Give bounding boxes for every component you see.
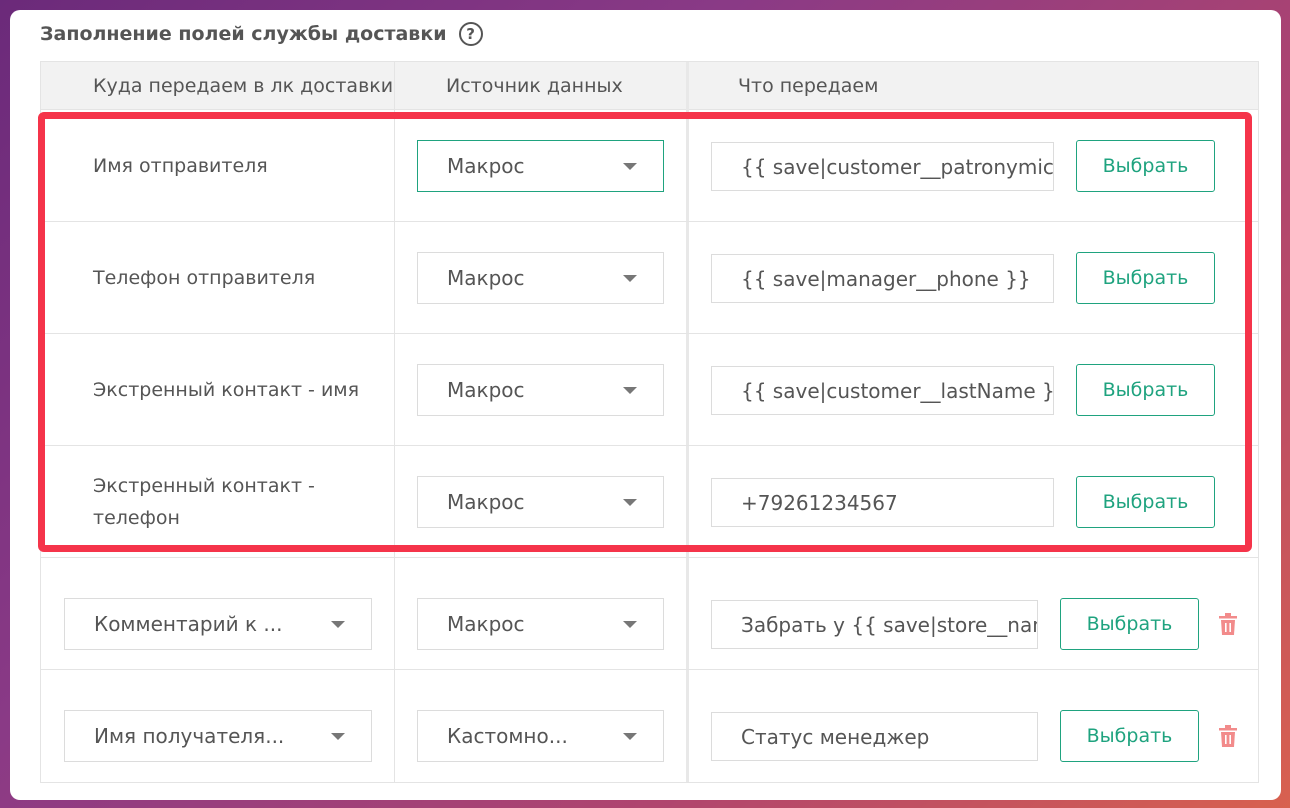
chevron-down-icon [331, 621, 345, 628]
row-label-line: Телефон отправителя [93, 267, 316, 289]
value-input-text: {{ save|customer__lastName }} [741, 378, 1054, 403]
field-select[interactable]: Имя получателя... [64, 710, 372, 762]
source-select-value: Макрос [447, 612, 525, 636]
source-select[interactable]: Макрос [417, 598, 664, 650]
table-row: Имя отправителя Макрос {{ save|customer_… [41, 110, 1258, 222]
value-input[interactable]: {{ save|manager__phone }} [711, 254, 1054, 303]
row-label-line: Экстренный контакт - [93, 475, 315, 497]
source-select-value: Макрос [447, 154, 525, 178]
row-label-line: Имя отправителя [93, 155, 268, 177]
source-select[interactable]: Макрос [417, 364, 664, 416]
row-label-line: Экстренный контакт - имя [93, 379, 360, 401]
section-title: Заполнение полей службы доставки [40, 23, 447, 45]
select-button[interactable]: Выбрать [1076, 140, 1215, 192]
chevron-down-icon [623, 275, 637, 282]
delivery-fields-card: Заполнение полей службы доставки ? Куда … [10, 10, 1281, 800]
field-select[interactable]: Комментарий к ... [64, 598, 372, 650]
value-input-text: Статус менеджер [741, 724, 930, 749]
row-label-line: телефон [93, 507, 180, 529]
value-input[interactable]: Забрать у {{ save|store__nam [711, 600, 1038, 649]
row-label: Телефон отправителя [93, 222, 393, 334]
row-label: Экстренный контакт - телефон [93, 446, 393, 558]
field-select-value: Комментарий к ... [94, 612, 283, 636]
chevron-down-icon [623, 499, 637, 506]
column-header-value: Что передаем [738, 75, 879, 97]
table-header: Куда передаем в лк доставки Источник дан… [41, 62, 1258, 110]
source-select-value: Макрос [447, 266, 525, 290]
select-button[interactable]: Выбрать [1060, 710, 1199, 762]
chevron-down-icon [623, 733, 637, 740]
source-select[interactable]: Макрос [417, 140, 664, 192]
value-input[interactable]: +79261234567 [711, 478, 1054, 527]
table-row: Имя получателя... Кастомно... Статус мен… [41, 670, 1258, 782]
source-select[interactable]: Кастомно... [417, 710, 664, 762]
source-select-value: Макрос [447, 490, 525, 514]
question-circle-icon[interactable]: ? [458, 22, 483, 46]
column-header-source: Источник данных [446, 75, 623, 97]
value-input-text: {{ save|manager__phone }} [741, 266, 1031, 291]
value-input-text: +79261234567 [741, 490, 898, 515]
row-label: Имя отправителя [93, 110, 393, 222]
source-select-value: Кастомно... [447, 724, 568, 748]
value-input[interactable]: Статус менеджер [711, 712, 1038, 761]
select-button[interactable]: Выбрать [1060, 598, 1199, 650]
value-input[interactable]: {{ save|customer__patronymic }} [711, 142, 1054, 191]
field-select-value: Имя получателя... [94, 724, 285, 748]
select-button[interactable]: Выбрать [1076, 364, 1215, 416]
row-label: Экстренный контакт - имя [93, 334, 393, 446]
source-select[interactable]: Макрос [417, 476, 664, 528]
source-select-value: Макрос [447, 378, 525, 402]
select-button[interactable]: Выбрать [1076, 476, 1215, 528]
source-select[interactable]: Макрос [417, 252, 664, 304]
trash-icon[interactable] [1219, 725, 1237, 747]
chevron-down-icon [331, 733, 345, 740]
table-row: Комментарий к ... Макрос Забрать у {{ sa… [41, 558, 1258, 670]
chevron-down-icon [623, 387, 637, 394]
section-heading: Заполнение полей службы доставки ? [40, 20, 483, 48]
table-row: Телефон отправителя Макрос {{ save|manag… [41, 222, 1258, 334]
chevron-down-icon [623, 621, 637, 628]
trash-icon[interactable] [1219, 613, 1237, 635]
column-header-destination: Куда передаем в лк доставки [93, 75, 394, 97]
value-input-text: {{ save|customer__patronymic }} [741, 154, 1054, 179]
chevron-down-icon [623, 163, 637, 170]
select-button[interactable]: Выбрать [1076, 252, 1215, 304]
table-row: Экстренный контакт - телефон Макрос +792… [41, 446, 1258, 558]
delivery-fields-table: Куда передаем в лк доставки Источник дан… [40, 61, 1259, 783]
value-input-text: Забрать у {{ save|store__nam [741, 612, 1038, 637]
table-row: Экстренный контакт - имя Макрос {{ save|… [41, 334, 1258, 446]
value-input[interactable]: {{ save|customer__lastName }} [711, 366, 1054, 415]
